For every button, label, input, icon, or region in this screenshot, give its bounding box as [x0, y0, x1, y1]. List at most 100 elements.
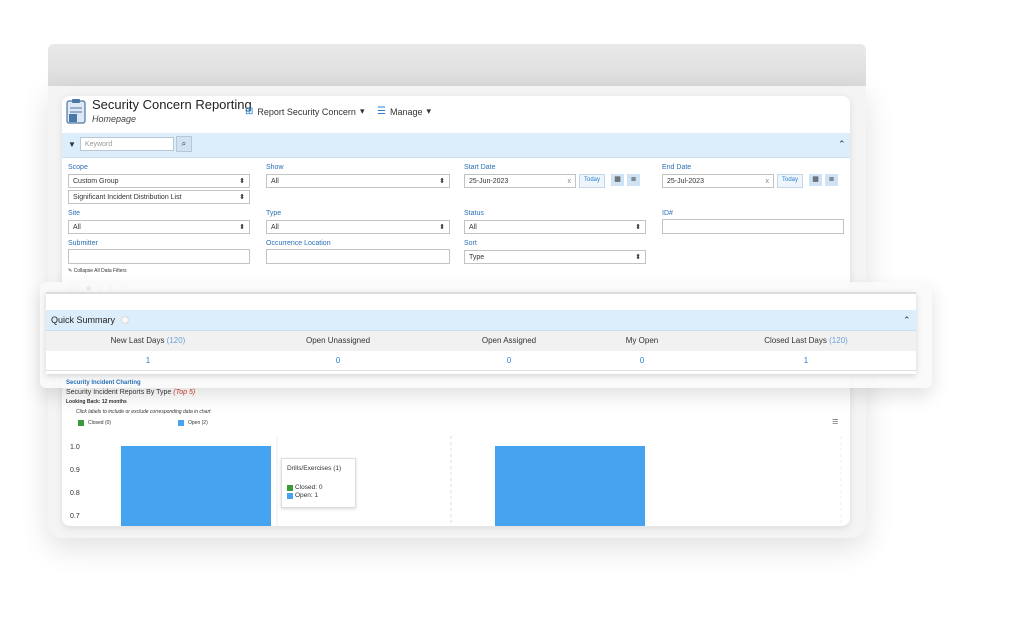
- tooltip-closed-row: Closed: 0: [287, 484, 322, 491]
- caret-down-icon: ▾: [426, 106, 432, 116]
- type-select[interactable]: All ⬍: [266, 220, 450, 234]
- quick-summary-values: 1 0 0 0 1: [46, 351, 916, 371]
- legend-open[interactable]: Open (2): [178, 420, 208, 426]
- start-today-button[interactable]: Today: [579, 174, 606, 188]
- col-closed-last-days[interactable]: Closed Last Days (120): [746, 336, 866, 345]
- calendar-icon[interactable]: ▦: [809, 174, 822, 186]
- sort-label: Sort: [464, 240, 477, 247]
- info-icon[interactable]: [121, 316, 130, 324]
- value-closed-last-days[interactable]: 1: [746, 356, 866, 365]
- chart-title: Security Incident Reports By Type (Top 5…: [66, 389, 195, 396]
- y-tick-label: 0.7: [70, 513, 80, 520]
- value-my-open[interactable]: 0: [582, 356, 702, 365]
- select-arrows-icon: ⬍: [239, 194, 245, 201]
- submitter-input[interactable]: [68, 249, 250, 264]
- filter-icon[interactable]: ▼: [68, 140, 76, 149]
- collapse-filters-label: Collapse All Data Filters: [73, 268, 127, 274]
- site-value: All: [73, 224, 81, 231]
- app-title: Security Concern Reporting: [92, 97, 252, 112]
- chart-plot: 1.0 0.9 0.8 0.7: [70, 436, 842, 526]
- select-arrows-icon: ⬍: [635, 254, 641, 261]
- legend-closed[interactable]: Closed (0): [78, 420, 111, 426]
- list-icon[interactable]: ≣: [825, 174, 838, 186]
- submitter-label: Submitter: [68, 240, 98, 247]
- col-open-assigned[interactable]: Open Assigned: [449, 336, 569, 345]
- select-arrows-icon: ⬍: [239, 224, 245, 231]
- id-input[interactable]: [662, 219, 844, 234]
- status-select[interactable]: All ⬍: [464, 220, 646, 234]
- clear-start-date[interactable]: x: [568, 175, 572, 188]
- y-tick-label: 0.9: [70, 467, 80, 474]
- manage-menu[interactable]: ☰ Manage ▾: [377, 106, 431, 117]
- clear-end-date[interactable]: x: [766, 175, 770, 188]
- caret-down-icon: ▾: [359, 106, 365, 116]
- collapse-summary-chevron-icon[interactable]: ⌃: [903, 315, 911, 326]
- col-label: New Last Days: [110, 336, 165, 345]
- plus-square-icon: ⊞: [245, 106, 254, 117]
- bar-open[interactable]: [495, 446, 645, 526]
- col-count: (120): [829, 336, 848, 345]
- occurrence-location-input[interactable]: [266, 249, 450, 264]
- calendar-icon[interactable]: ▦: [611, 174, 624, 186]
- quick-summary-title-text: Quick Summary: [51, 315, 116, 325]
- show-label: Show: [266, 164, 284, 171]
- keyword-input[interactable]: Keyword: [79, 137, 174, 151]
- site-label: Site: [68, 210, 81, 217]
- tooltip-swatch-closed: [287, 484, 293, 491]
- start-date-input[interactable]: 25-Jun-2023 x: [464, 174, 576, 188]
- occurrence-location-label: Occurrence Location: [266, 240, 331, 247]
- show-select[interactable]: All ⬍: [266, 174, 450, 188]
- scope-list-value: Significant Incident Distribution List: [73, 194, 182, 201]
- col-my-open[interactable]: My Open: [582, 336, 702, 345]
- scope-list-select[interactable]: Significant Incident Distribution List ⬍: [68, 190, 250, 204]
- status-value: All: [469, 224, 477, 231]
- site-select[interactable]: All ⬍: [68, 220, 250, 234]
- show-value: All: [271, 178, 279, 185]
- value-new-last-days[interactable]: 1: [88, 356, 208, 365]
- search-icon: ⌕: [181, 139, 187, 148]
- scope-value: Custom Group: [73, 178, 119, 185]
- search-button[interactable]: ⌕: [175, 136, 192, 152]
- legend-swatch-open: [178, 420, 184, 426]
- charting-section-title: Security Incident Charting: [66, 380, 141, 386]
- end-today-button[interactable]: Today: [777, 174, 804, 188]
- y-tick-label: 1.0: [70, 444, 80, 451]
- select-arrows-icon: ⬍: [439, 224, 445, 231]
- sort-select[interactable]: Type ⬍: [464, 250, 646, 264]
- bar-open[interactable]: [121, 446, 271, 526]
- chart-title-note: (Top 5): [173, 389, 196, 396]
- legend-open-label: Open (2): [188, 420, 208, 426]
- scope-select[interactable]: Custom Group ⬍: [68, 174, 250, 188]
- collapse-filters-chevron-icon[interactable]: ⌃: [838, 139, 846, 150]
- end-date-input[interactable]: 25-Jul-2023 x: [662, 174, 774, 188]
- quick-summary-columns: New Last Days (120) Open Unassigned Open…: [46, 331, 916, 351]
- value-open-assigned[interactable]: 0: [449, 356, 569, 365]
- report-security-concern-menu[interactable]: ⊞ Report Security Concern ▾: [245, 106, 364, 117]
- chart-tooltip: Drills/Exercises (1) Closed: 0 Open: 1: [281, 458, 356, 508]
- tooltip-title: Drills/Exercises (1): [287, 465, 342, 472]
- tooltip-open-row: Open: 1: [287, 492, 318, 499]
- value-open-unassigned[interactable]: 0: [278, 356, 398, 365]
- chart-menu-icon[interactable]: ≡: [832, 416, 838, 428]
- col-open-unassigned[interactable]: Open Unassigned: [278, 336, 398, 345]
- report-menu-label: Report Security Concern: [257, 106, 356, 117]
- start-date-label: Start Date: [464, 164, 496, 171]
- id-label: ID#: [662, 210, 673, 217]
- y-tick-label: 0.8: [70, 490, 80, 497]
- sort-value: Type: [469, 254, 485, 261]
- tooltip-open: Open: 1: [295, 492, 319, 499]
- manage-menu-label: Manage: [389, 106, 423, 117]
- col-label: Closed Last Days: [764, 336, 827, 345]
- scope-label: Scope: [68, 164, 88, 171]
- app-subtitle: Homepage: [92, 114, 137, 124]
- chart-title-text: Security Incident Reports By Type: [66, 389, 172, 396]
- col-new-last-days[interactable]: New Last Days (120): [88, 336, 208, 345]
- chart-hint: Click labels to include or exclude corre…: [76, 409, 211, 415]
- end-date-value: 25-Jul-2023: [667, 178, 704, 185]
- list-icon[interactable]: ≣: [627, 174, 640, 186]
- looking-back: Looking Back: 12 months: [66, 399, 127, 405]
- col-label: Open Unassigned: [305, 336, 371, 345]
- collapse-filters-link[interactable]: ✎ Collapse All Data Filters: [68, 268, 127, 274]
- quick-summary-title: Quick Summary: [51, 315, 130, 325]
- select-arrows-icon: ⬍: [635, 224, 641, 231]
